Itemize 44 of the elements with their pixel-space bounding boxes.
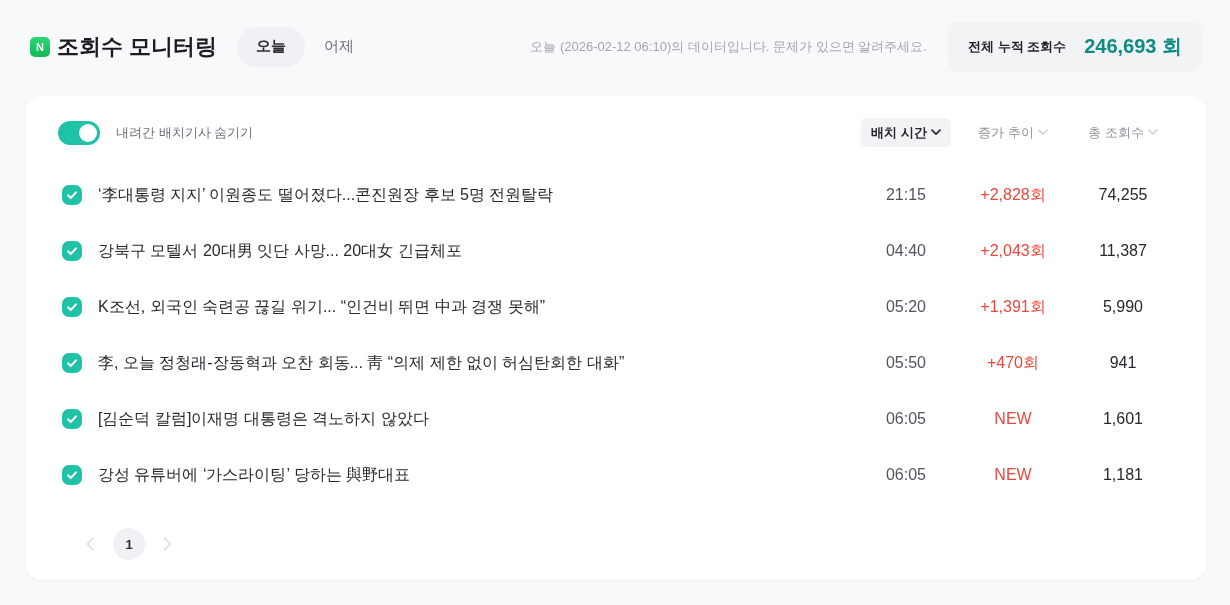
checkbox[interactable] [62,465,82,485]
checkbox[interactable] [62,185,82,205]
sort-button[interactable]: 배치 시간 [861,118,951,147]
total-views-label: 전체 누적 조회수 [967,37,1067,56]
view-increase: +470회 [986,352,1039,373]
view-increase: NEW [994,410,1032,428]
view-increase: NEW [994,466,1032,484]
checkbox[interactable] [62,297,82,317]
chevron-down-icon [1147,129,1158,136]
page-button[interactable]: 1 [113,528,145,560]
checkbox[interactable] [62,409,82,429]
placement-time: 04:40 [885,242,926,260]
total-views: 74,255 [1098,186,1148,204]
total-views: 5,990 [1102,298,1143,316]
toggle-switch[interactable] [58,120,100,145]
view-increase: +1,391회 [980,296,1046,317]
total-views: 11,387 [1099,242,1147,260]
article-title: 강성 유튜버에 ‘가스라이팅’ 당하는 與野대표 [98,464,412,485]
toggle-label: 내려간 배치기사 숨기기 [116,123,254,142]
placement-time: 06:05 [885,466,926,484]
article-title: 강북구 모텔서 20대男 잇단 사망... 20대女 긴급체포 [98,240,463,261]
chevron-down-icon [930,129,941,136]
view-increase: +2,828회 [980,184,1046,205]
chevron-down-icon [1037,129,1048,136]
data-notice: 오늘 (2026-02-12 06:10)의 데이터입니다. 문제가 있으면 알려주세요. [530,37,927,56]
view-increase: +2,043회 [980,240,1046,261]
placement-time: 21:15 [885,186,926,204]
article-title: [김순덕 칼럼]이재명 대통령은 격노하지 않았다 [98,408,430,429]
logo: N [30,36,50,57]
total-views-value: 246,693 회 [1084,34,1182,59]
placement-time: 05:50 [885,354,926,372]
checkbox[interactable] [62,241,82,261]
checkbox[interactable] [62,353,82,373]
placement-time: 06:05 [885,410,926,428]
total-views: 1,181 [1102,466,1143,484]
total-views: 941 [1109,354,1137,372]
article-title: ‘李대통령 지지’ 이원종도 떨어졌다...콘진원장 후보 5명 전원탈락 [98,184,555,205]
day-tab[interactable]: 어제 [305,26,374,67]
page-title: 조회수 모니터링 [57,32,218,61]
article-title: K조선, 외국인 숙련공 끊길 위기... “인건비 뛰면 中과 경쟁 못해” [98,296,547,317]
total-views: 1,601 [1102,410,1143,428]
article-title: 李, 오늘 정청래-장동혁과 오찬 회동... 靑 “의제 제한 없이 허심탄회한 대화” [98,352,626,373]
day-tab[interactable]: 오늘 [237,26,306,67]
placement-time: 05:20 [885,298,926,316]
